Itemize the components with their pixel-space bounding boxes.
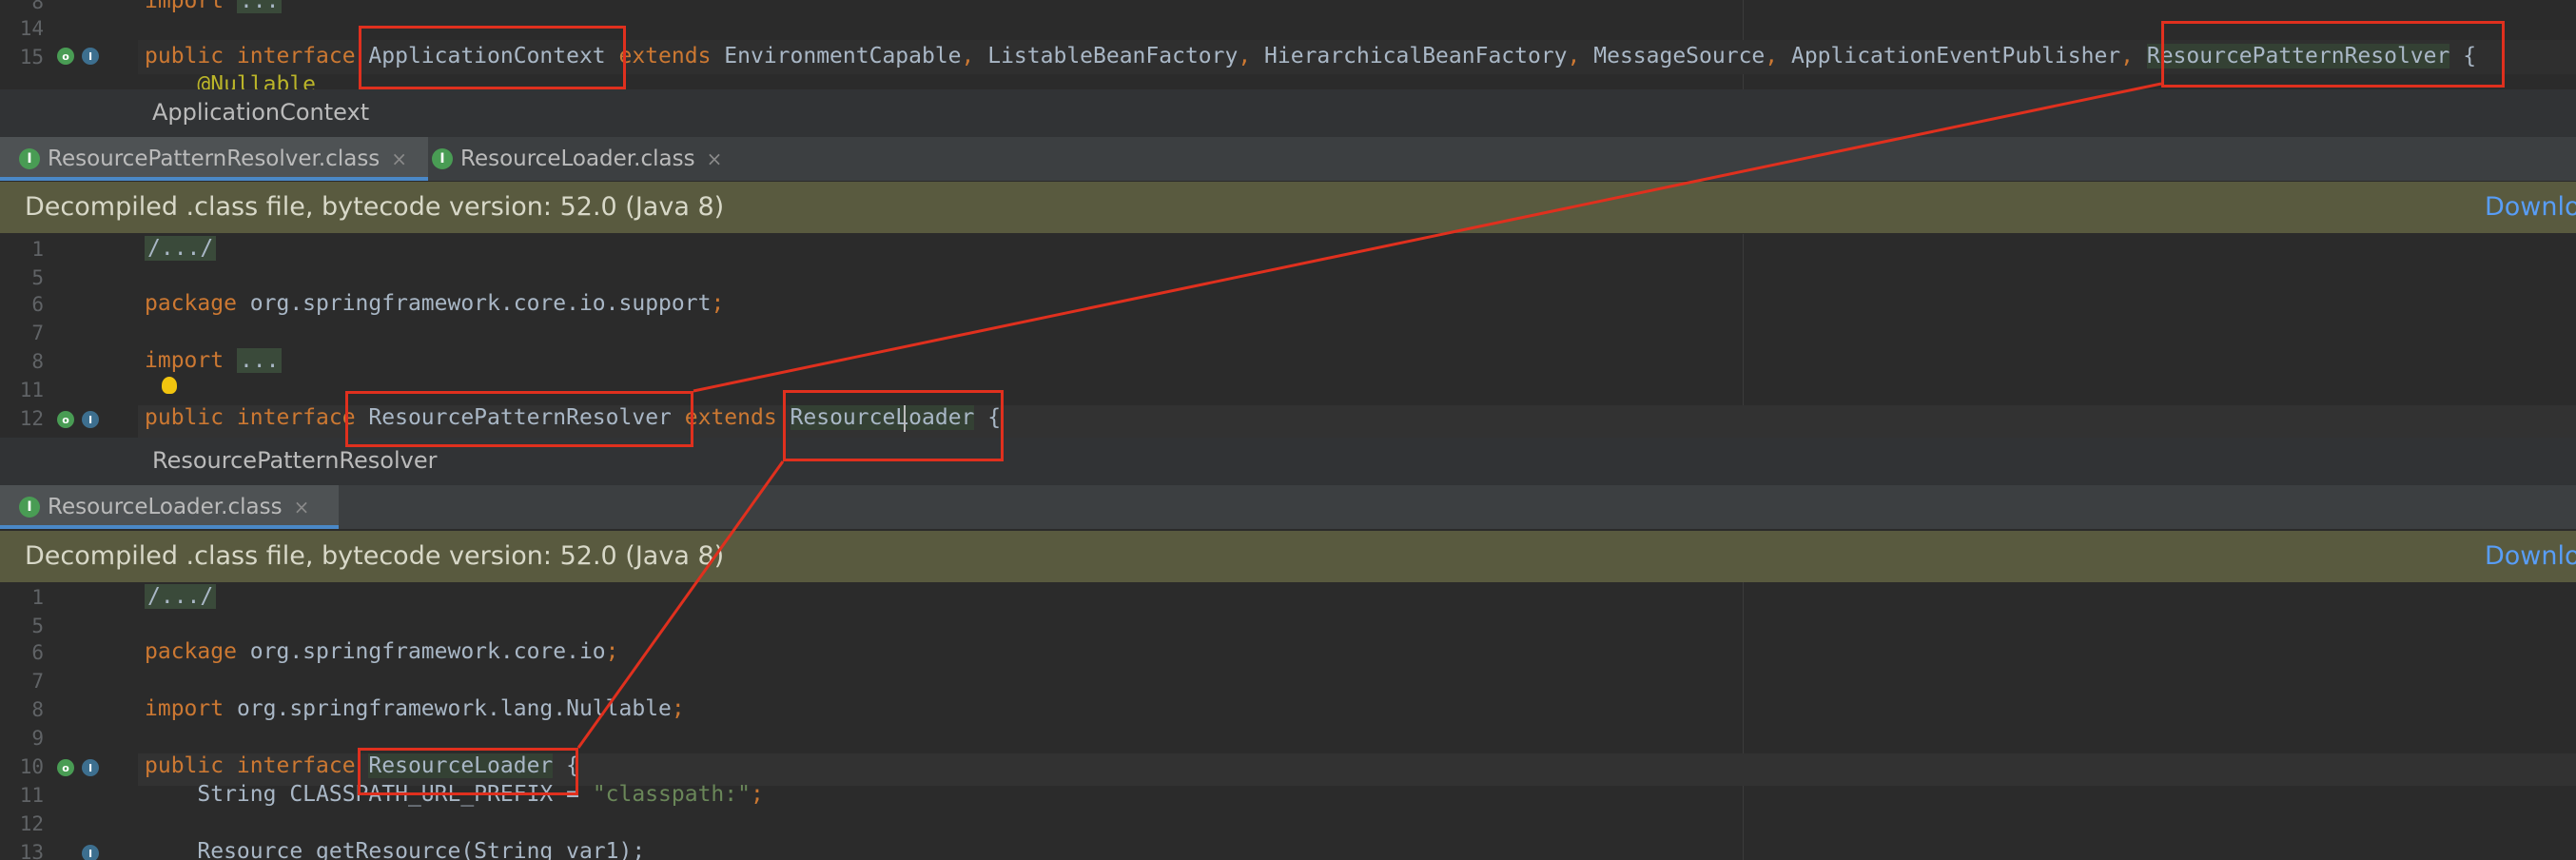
annotation-line-top: [693, 82, 2162, 393]
annotation-lines: [576, 82, 2162, 749]
annotation-line-bottom: [576, 460, 785, 749]
